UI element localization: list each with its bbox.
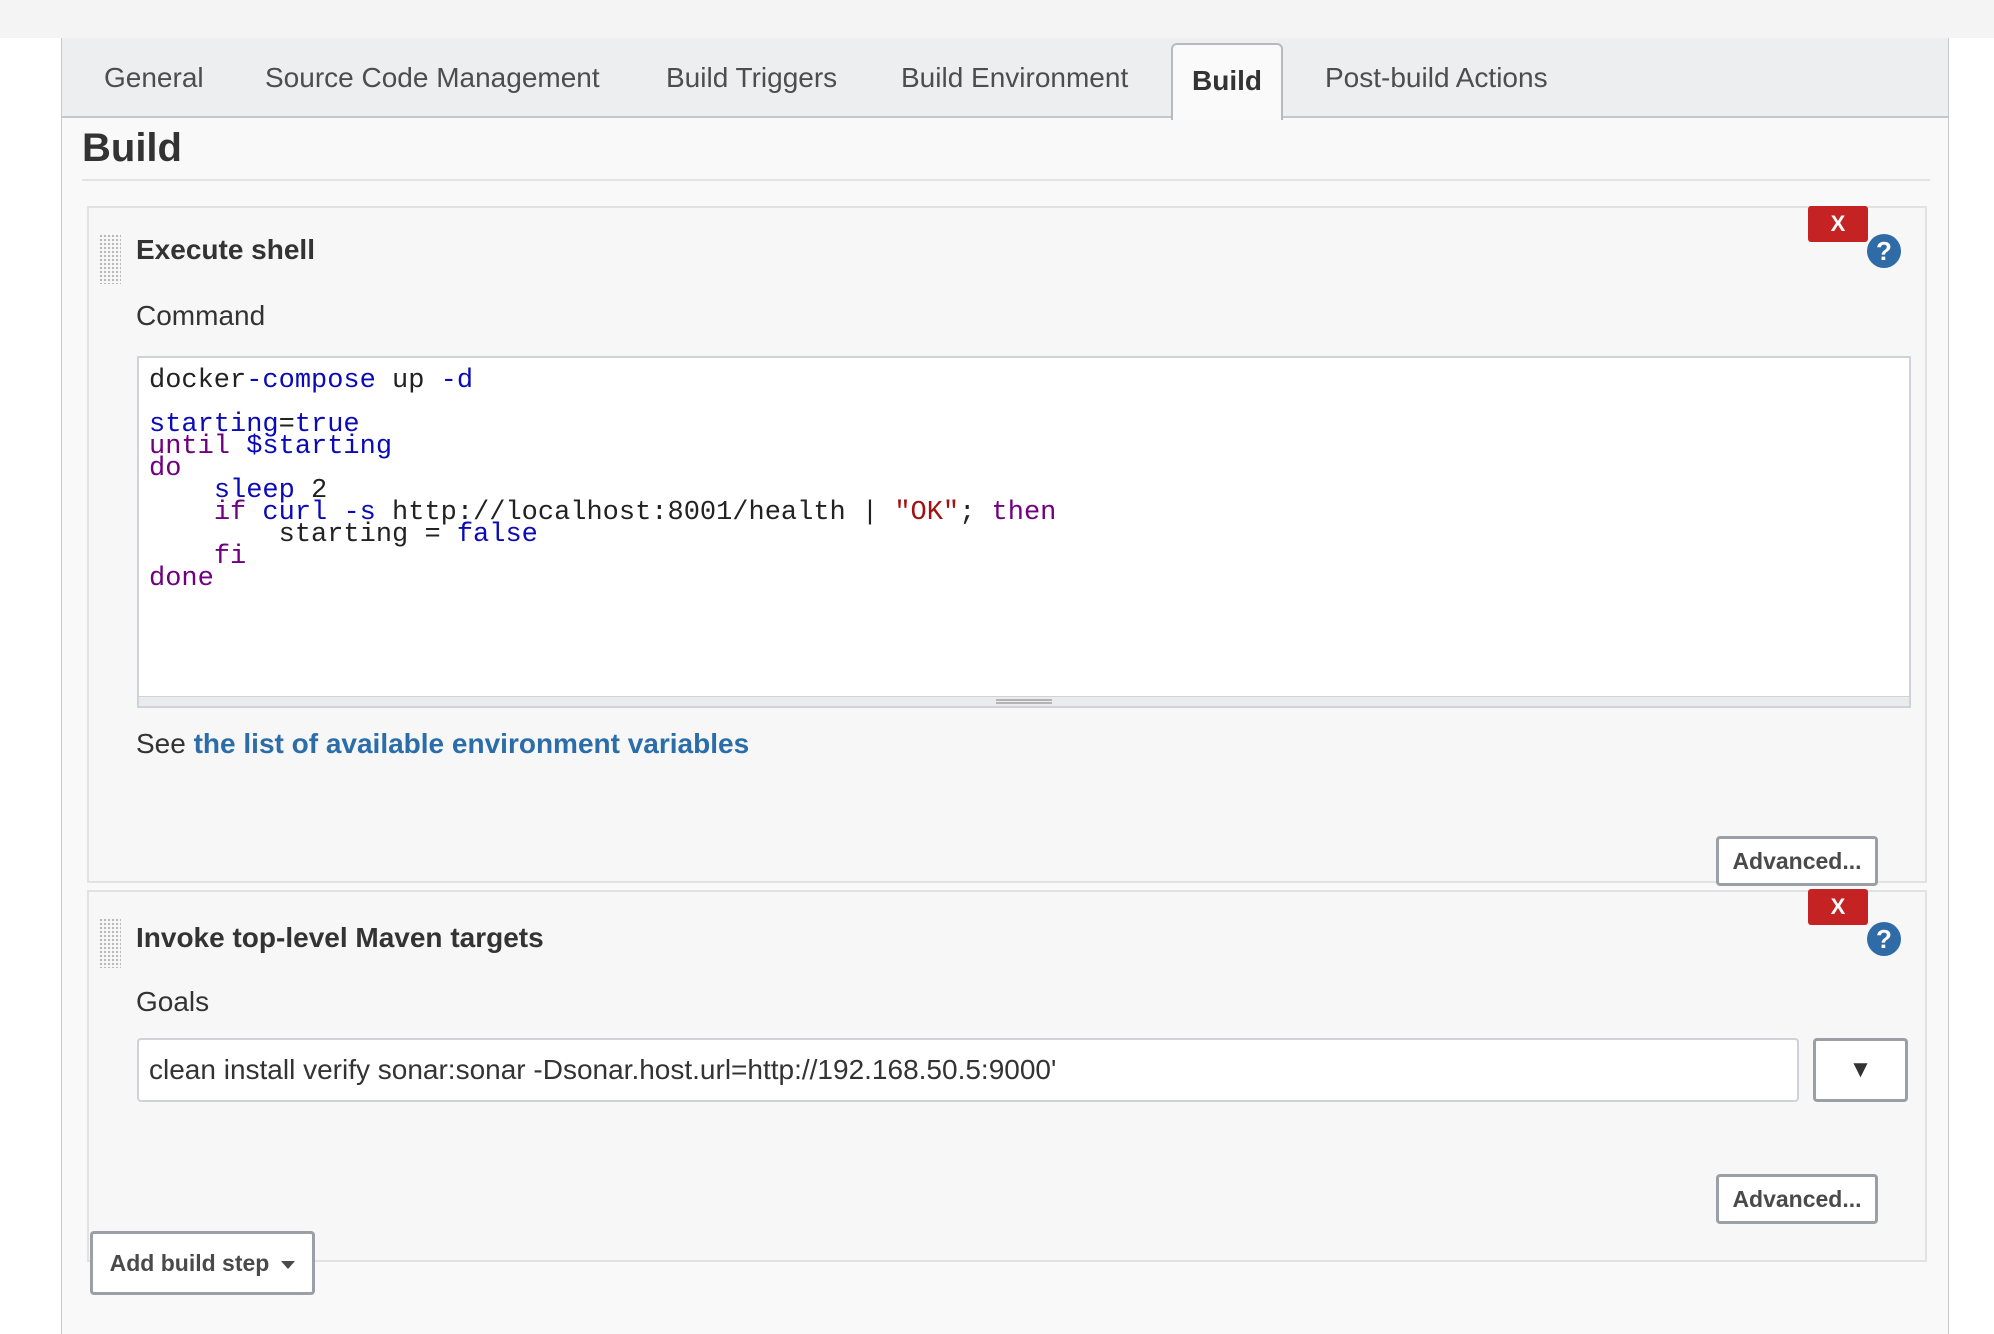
advanced-button[interactable]: Advanced... bbox=[1716, 836, 1878, 886]
add-build-step-button[interactable]: Add build step bbox=[90, 1231, 315, 1295]
delete-step-button[interactable]: X bbox=[1808, 206, 1868, 242]
env-vars-link[interactable]: the list of available environment variab… bbox=[194, 728, 750, 759]
tab-post-build-actions[interactable]: Post-build Actions bbox=[1325, 38, 1548, 118]
build-step-maven: Invoke top-level Maven targets X ? Goals… bbox=[87, 889, 1927, 1262]
drag-handle-icon[interactable] bbox=[99, 918, 121, 968]
tab-source-code-management[interactable]: Source Code Management bbox=[265, 38, 600, 118]
tab-build[interactable]: Build bbox=[1171, 43, 1283, 120]
drag-handle-icon[interactable] bbox=[99, 234, 121, 284]
add-build-step-label: Add build step bbox=[109, 1250, 270, 1276]
tab-general[interactable]: General bbox=[104, 38, 204, 118]
tab-build-triggers[interactable]: Build Triggers bbox=[666, 38, 837, 118]
env-vars-prefix: See bbox=[136, 728, 194, 759]
job-config-panel: General Source Code Management Build Tri… bbox=[61, 38, 1949, 1334]
goals-label: Goals bbox=[136, 986, 210, 1017]
advanced-button[interactable]: Advanced... bbox=[1716, 1174, 1878, 1224]
help-icon[interactable]: ? bbox=[1867, 922, 1901, 956]
config-tab-bar: General Source Code Management Build Tri… bbox=[62, 38, 1948, 120]
command-label: Command bbox=[136, 300, 266, 331]
editor-resize-handle[interactable] bbox=[139, 696, 1909, 706]
section-divider bbox=[82, 179, 1930, 181]
env-vars-hint: See the list of available environment va… bbox=[136, 728, 749, 760]
top-bar bbox=[0, 0, 1994, 38]
command-code[interactable]: docker-compose up -d starting=true until… bbox=[149, 368, 1056, 593]
resize-grip-icon bbox=[996, 699, 1052, 704]
expand-goals-button[interactable]: ▼ bbox=[1813, 1038, 1908, 1102]
caret-down-icon bbox=[281, 1260, 296, 1269]
code-line: until $starting bbox=[149, 432, 393, 462]
step-title: Execute shell bbox=[136, 234, 315, 265]
code-line: done bbox=[149, 564, 214, 594]
section-title: Build bbox=[82, 126, 182, 170]
delete-step-button[interactable]: X bbox=[1808, 889, 1868, 925]
tab-build-environment[interactable]: Build Environment bbox=[901, 38, 1128, 118]
step-title: Invoke top-level Maven targets bbox=[136, 922, 544, 953]
help-icon[interactable]: ? bbox=[1867, 234, 1901, 268]
code-line: docker-compose up -d bbox=[149, 366, 474, 396]
goals-input[interactable] bbox=[137, 1038, 1799, 1102]
command-editor[interactable]: docker-compose up -d starting=true until… bbox=[137, 356, 1911, 708]
build-step-execute-shell: Execute shell X ? Command docker-compose… bbox=[87, 206, 1927, 886]
